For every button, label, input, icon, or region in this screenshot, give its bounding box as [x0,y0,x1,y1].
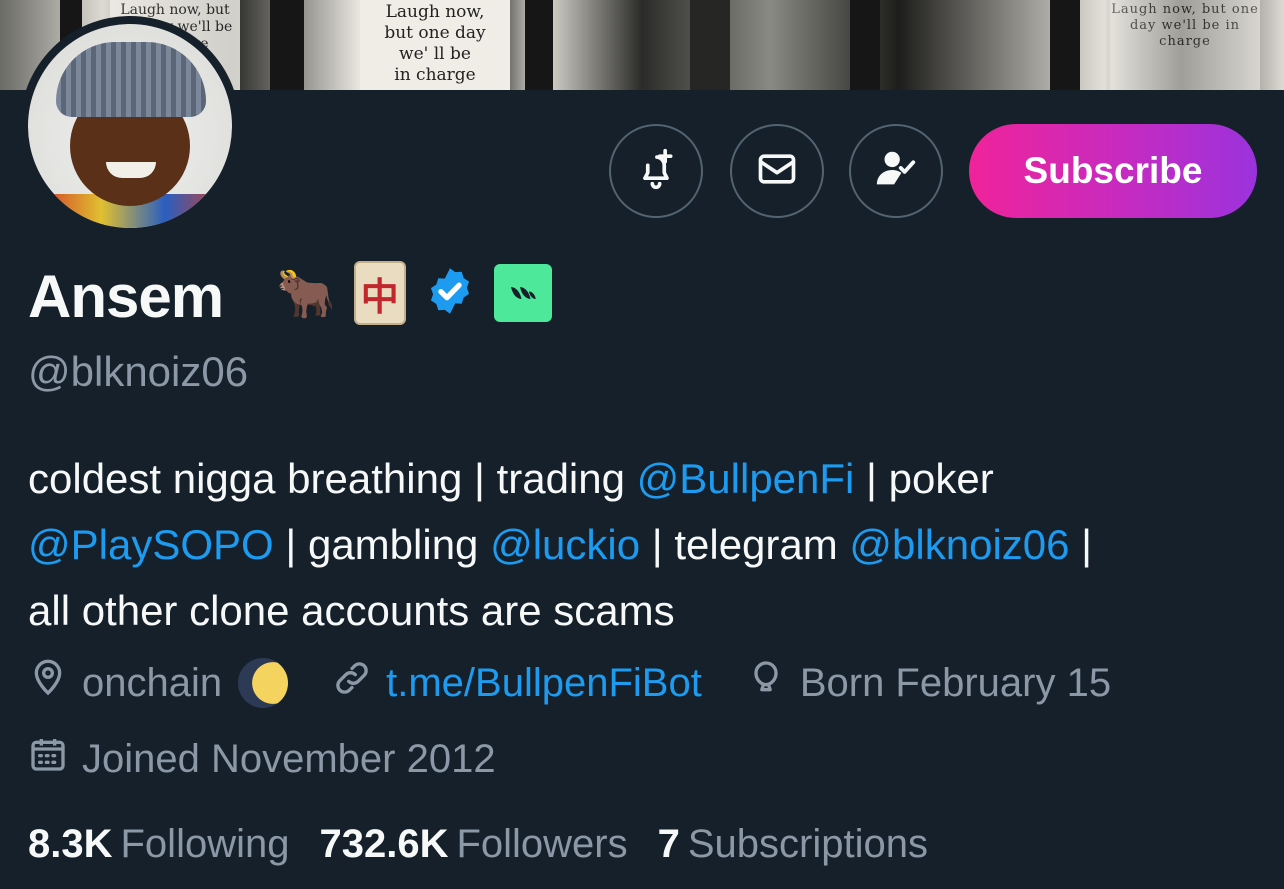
avatar-image [28,24,232,228]
following-label: Following [120,822,290,866]
location-pin-icon [28,658,82,708]
bio-text: | [1069,521,1093,568]
moon-emoji-icon [238,658,289,708]
ox-emoji-icon: 🐂 [276,265,336,322]
banner-figure [270,0,304,90]
joined-text: Joined November 2012 [82,736,496,781]
profile-meta-row: Joined November 2012 [28,734,540,784]
subscriptions-count: 7 [657,822,680,866]
website-link[interactable]: t.me/BullpenFiBot [386,661,702,706]
subscriptions-label: Subscriptions [687,822,928,866]
profile-avatar[interactable] [20,16,240,236]
banner-figure [1050,0,1080,90]
location-text: onchain [82,660,223,705]
balloon-icon [746,658,800,708]
notify-bell-button[interactable] [609,124,703,218]
profile-stats: 8.3K Following 732.6K Followers 7 Subscript… [28,822,958,867]
display-name: Ansem [28,263,224,330]
calendar-icon [28,734,82,784]
banner-poster-text: Laugh now, but one day we'll be in charg… [1110,0,1260,90]
banner-figure [525,0,553,90]
subscribe-button[interactable]: Subscribe [969,124,1257,218]
following-stat[interactable]: 8.3K Following [28,822,289,867]
message-button[interactable] [730,124,824,218]
verified-badge-icon[interactable] [424,265,476,322]
person-check-icon [873,146,919,197]
website-item[interactable]: t.me/BullpenFiBot [332,658,702,708]
bio-mention-playsopo[interactable]: @PlaySOPO [28,521,274,568]
mahjong-tile-icon: 中 [353,261,406,325]
followers-stat[interactable]: 732.6K Followers [319,822,627,867]
link-icon [332,658,386,708]
profile-handle: @blknoiz06 [28,348,249,395]
affiliate-badge-icon[interactable] [493,264,552,322]
bio-text: all other clone accounts are scams [28,587,675,634]
bio-mention-blknoiz06[interactable]: @blknoiz06 [849,521,1069,568]
banner-figure [850,0,880,90]
bio-text: | gambling [273,521,491,568]
name-badges: 🐂 中 [276,260,552,326]
joined-item: Joined November 2012 [28,734,496,784]
envelope-icon [755,147,799,196]
following-count: 8.3K [28,822,113,866]
banner-poster-text: Laugh now, but one day we' ll be in char… [360,0,510,90]
following-status-button[interactable] [849,124,943,218]
bio-mention-bullpenfi[interactable]: @BullpenFi [637,455,855,502]
bell-plus-icon [634,147,678,196]
location-item: onchain [28,658,289,708]
bio-text: coldest nigga breathing | trading [28,455,637,502]
bio-mention-luckio[interactable]: @luckio [490,521,640,568]
bio-text: | poker [854,455,994,502]
profile-meta-row: onchain t.me/BullpenFiBot Born February … [28,658,1155,708]
bio-text: | telegram [640,521,850,568]
banner-figure [690,0,730,90]
subscriptions-stat[interactable]: 7 Subscriptions [658,822,928,867]
profile-bio: coldest nigga breathing | trading @Bullp… [28,446,1248,644]
followers-label: Followers [456,822,628,866]
birthday-item: Born February 15 [746,658,1111,708]
followers-count: 732.6K [319,822,449,866]
birthday-text: Born February 15 [799,660,1112,705]
